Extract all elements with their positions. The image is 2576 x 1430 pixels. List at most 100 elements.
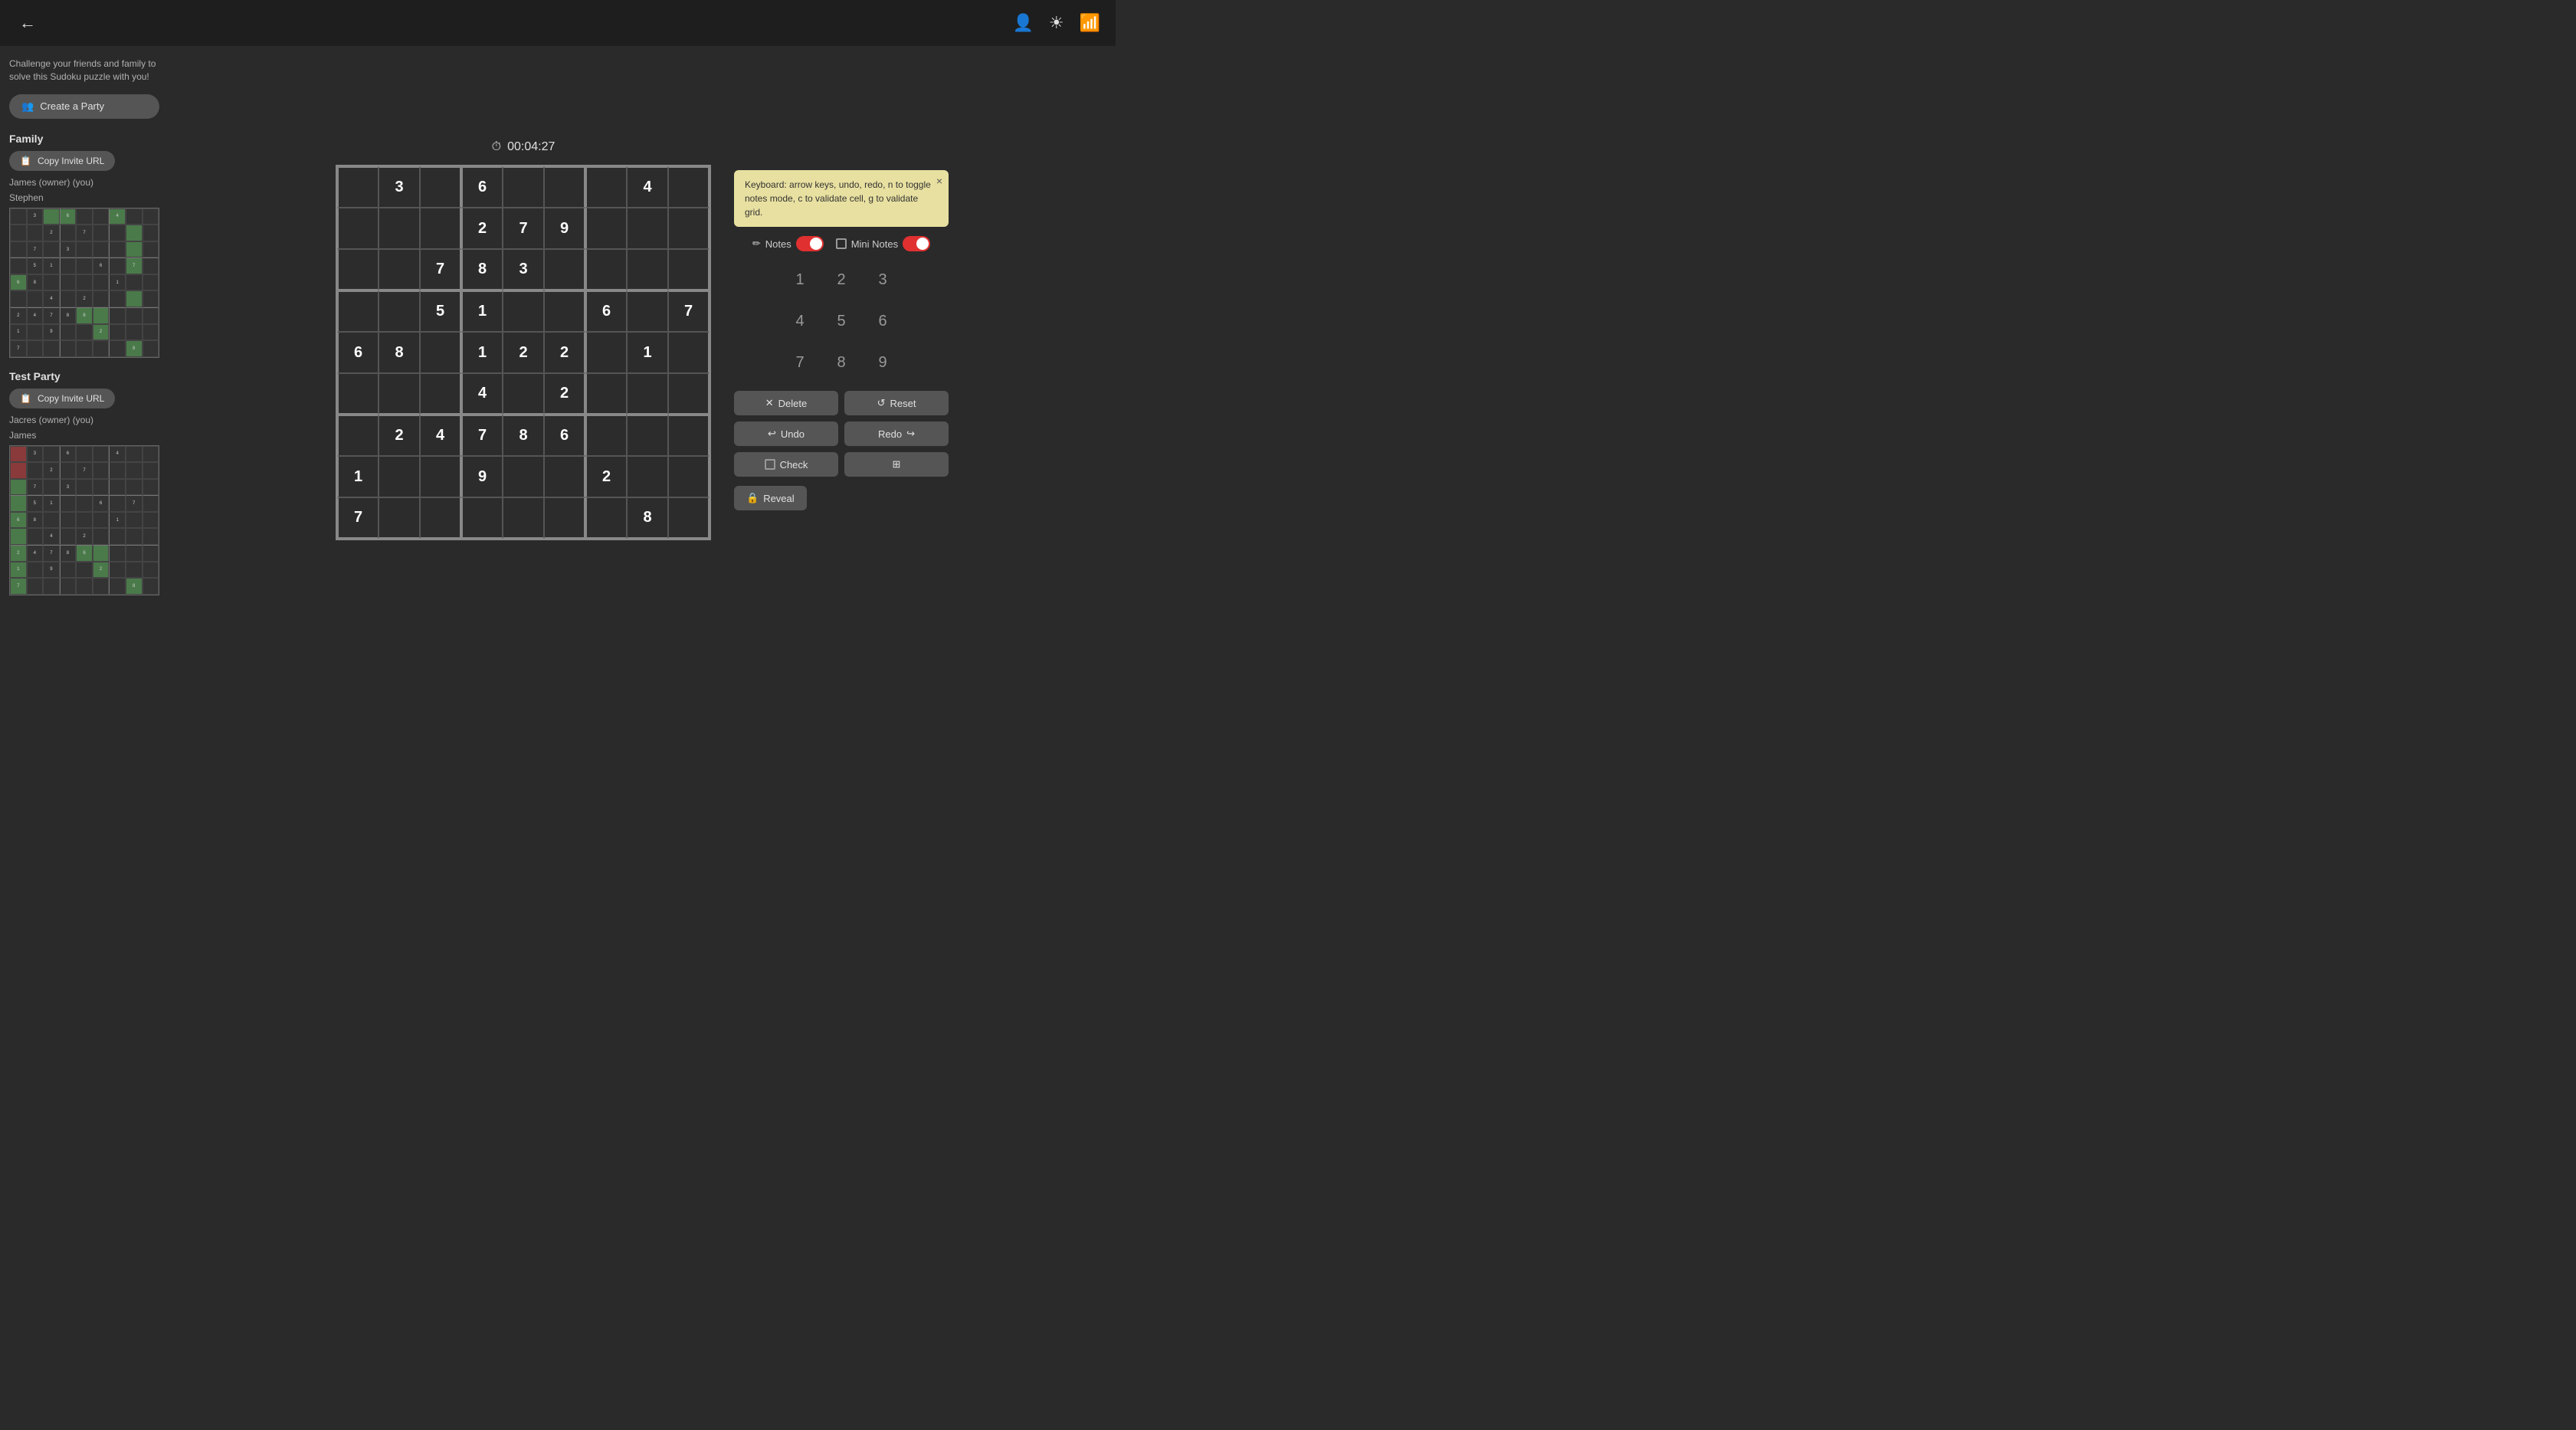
sudoku-cell[interactable] xyxy=(585,415,627,456)
check-button[interactable]: Check xyxy=(734,452,838,477)
sudoku-cell[interactable] xyxy=(627,208,668,249)
sudoku-cell[interactable]: 8 xyxy=(503,415,544,456)
sudoku-cell[interactable] xyxy=(668,249,710,290)
sudoku-cell[interactable]: 2 xyxy=(503,332,544,373)
sudoku-cell[interactable] xyxy=(337,415,379,456)
sudoku-cell[interactable] xyxy=(461,497,503,539)
sudoku-cell[interactable] xyxy=(544,290,585,332)
wifi-icon[interactable]: 📶 xyxy=(1080,13,1100,33)
sudoku-cell[interactable] xyxy=(420,456,461,497)
sudoku-cell[interactable]: 8 xyxy=(627,497,668,539)
sudoku-cell[interactable]: 8 xyxy=(379,332,420,373)
mini-notes-toggle[interactable] xyxy=(903,236,930,251)
numpad-8-button[interactable]: 8 xyxy=(822,343,860,382)
sudoku-cell[interactable]: 2 xyxy=(544,332,585,373)
sudoku-cell[interactable]: 7 xyxy=(420,249,461,290)
reveal-button[interactable]: 🔒 Reveal xyxy=(734,486,807,510)
sudoku-cell[interactable] xyxy=(668,456,710,497)
sudoku-grid[interactable]: 3642797835167681221422478619278 xyxy=(336,165,711,540)
brightness-icon[interactable]: ☀ xyxy=(1049,13,1064,33)
sudoku-cell[interactable] xyxy=(503,166,544,208)
notes-toggle[interactable] xyxy=(796,236,824,251)
sudoku-cell[interactable]: 7 xyxy=(337,497,379,539)
sudoku-cell[interactable] xyxy=(544,456,585,497)
profile-icon[interactable]: 👤 xyxy=(1012,13,1033,33)
sudoku-cell[interactable] xyxy=(337,249,379,290)
sudoku-cell[interactable]: 6 xyxy=(461,166,503,208)
sudoku-cell[interactable] xyxy=(627,373,668,415)
sudoku-cell[interactable] xyxy=(585,373,627,415)
undo-button[interactable]: ↩ Undo xyxy=(734,421,838,446)
sudoku-cell[interactable] xyxy=(627,249,668,290)
sudoku-cell[interactable] xyxy=(585,332,627,373)
sudoku-cell[interactable] xyxy=(627,415,668,456)
sudoku-cell[interactable] xyxy=(337,373,379,415)
sudoku-cell[interactable] xyxy=(420,166,461,208)
numpad-9-button[interactable]: 9 xyxy=(864,343,902,382)
family-copy-url-button[interactable]: 📋 Copy Invite URL xyxy=(9,151,115,171)
sudoku-cell[interactable] xyxy=(544,249,585,290)
sudoku-cell[interactable]: 3 xyxy=(379,166,420,208)
sudoku-cell[interactable] xyxy=(379,249,420,290)
sudoku-cell[interactable] xyxy=(585,497,627,539)
sudoku-cell[interactable] xyxy=(585,249,627,290)
sudoku-cell[interactable] xyxy=(585,208,627,249)
grid-check-button[interactable]: ⊞ xyxy=(844,452,949,477)
sudoku-cell[interactable]: 2 xyxy=(544,373,585,415)
sudoku-cell[interactable]: 2 xyxy=(379,415,420,456)
sudoku-cell[interactable] xyxy=(379,208,420,249)
numpad-4-button[interactable]: 4 xyxy=(781,302,819,340)
sudoku-cell[interactable] xyxy=(503,290,544,332)
test-copy-url-button[interactable]: 📋 Copy Invite URL xyxy=(9,389,115,408)
sudoku-cell[interactable] xyxy=(337,208,379,249)
sudoku-cell[interactable] xyxy=(379,290,420,332)
sudoku-cell[interactable] xyxy=(668,208,710,249)
sudoku-cell[interactable] xyxy=(668,332,710,373)
sudoku-cell[interactable]: 1 xyxy=(627,332,668,373)
sudoku-cell[interactable] xyxy=(420,497,461,539)
sudoku-cell[interactable] xyxy=(379,497,420,539)
sudoku-cell[interactable] xyxy=(337,290,379,332)
sudoku-cell[interactable]: 9 xyxy=(544,208,585,249)
sudoku-cell[interactable] xyxy=(420,373,461,415)
sudoku-cell[interactable] xyxy=(668,373,710,415)
sudoku-cell[interactable]: 8 xyxy=(461,249,503,290)
numpad-2-button[interactable]: 2 xyxy=(822,261,860,299)
sudoku-cell[interactable]: 6 xyxy=(544,415,585,456)
sudoku-cell[interactable]: 4 xyxy=(627,166,668,208)
sudoku-cell[interactable] xyxy=(544,166,585,208)
sudoku-cell[interactable] xyxy=(503,456,544,497)
back-button[interactable]: ← xyxy=(15,9,40,37)
sudoku-cell[interactable]: 3 xyxy=(503,249,544,290)
numpad-1-button[interactable]: 1 xyxy=(781,261,819,299)
numpad-5-button[interactable]: 5 xyxy=(822,302,860,340)
sudoku-cell[interactable] xyxy=(503,373,544,415)
sudoku-cell[interactable] xyxy=(420,208,461,249)
sudoku-cell[interactable]: 1 xyxy=(461,290,503,332)
reset-button[interactable]: ↺ Reset xyxy=(844,391,949,415)
sudoku-cell[interactable]: 4 xyxy=(420,415,461,456)
numpad-6-button[interactable]: 6 xyxy=(864,302,902,340)
redo-button[interactable]: Redo ↪ xyxy=(844,421,949,446)
delete-button[interactable]: ✕ Delete xyxy=(734,391,838,415)
sudoku-cell[interactable]: 2 xyxy=(461,208,503,249)
sudoku-cell[interactable]: 1 xyxy=(461,332,503,373)
sudoku-cell[interactable]: 4 xyxy=(461,373,503,415)
sudoku-cell[interactable] xyxy=(585,166,627,208)
sudoku-cell[interactable] xyxy=(503,497,544,539)
sudoku-cell[interactable] xyxy=(379,456,420,497)
sudoku-cell[interactable]: 1 xyxy=(337,456,379,497)
sudoku-cell[interactable]: 7 xyxy=(461,415,503,456)
create-party-button[interactable]: 👥 Create a Party xyxy=(9,94,159,119)
numpad-7-button[interactable]: 7 xyxy=(781,343,819,382)
sudoku-cell[interactable]: 2 xyxy=(585,456,627,497)
sudoku-cell[interactable]: 6 xyxy=(585,290,627,332)
sudoku-cell[interactable] xyxy=(544,497,585,539)
sudoku-cell[interactable]: 5 xyxy=(420,290,461,332)
sudoku-cell[interactable]: 7 xyxy=(668,290,710,332)
sudoku-cell[interactable] xyxy=(627,456,668,497)
tooltip-close-button[interactable]: × xyxy=(936,175,942,187)
sudoku-cell[interactable]: 9 xyxy=(461,456,503,497)
sudoku-cell[interactable]: 6 xyxy=(337,332,379,373)
sudoku-cell[interactable] xyxy=(420,332,461,373)
